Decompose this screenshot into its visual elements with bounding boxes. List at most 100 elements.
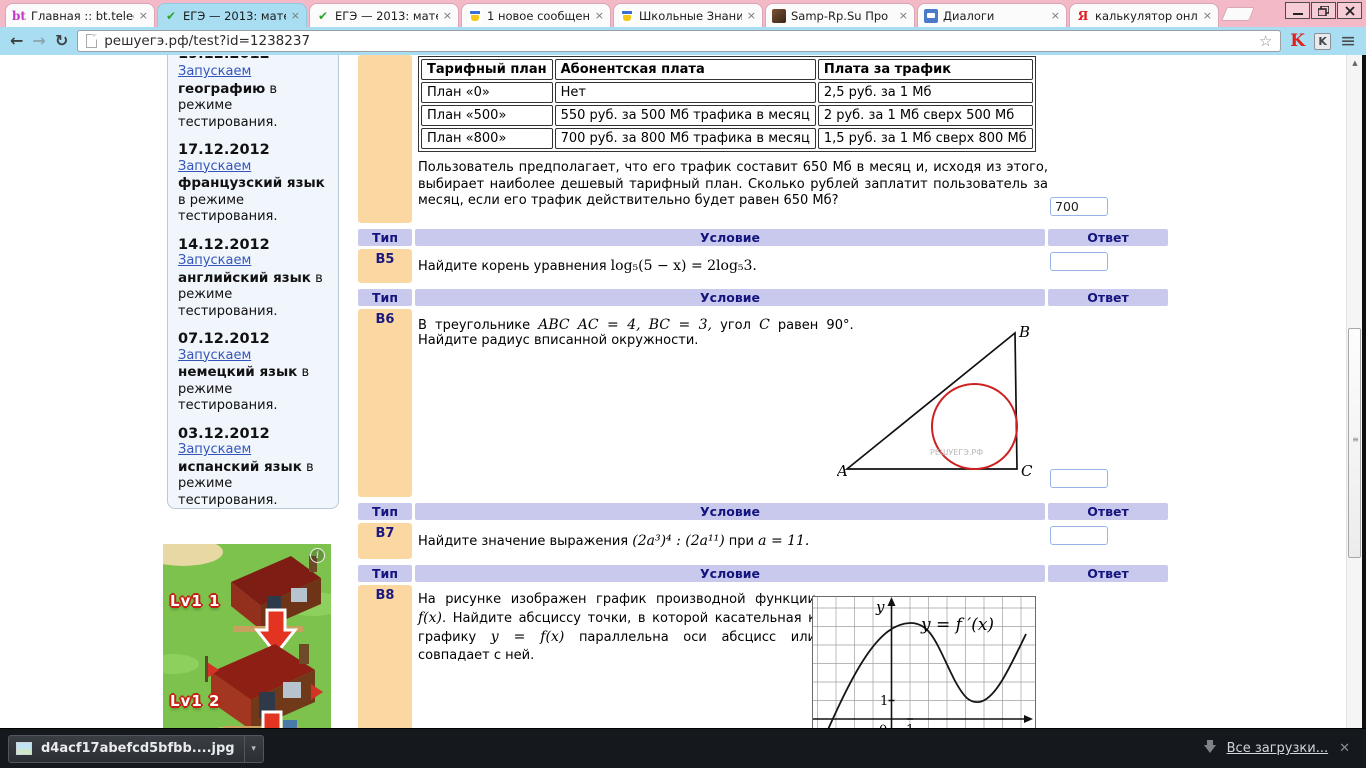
- image-thumbnail-icon: [16, 742, 32, 755]
- chevron-down-icon[interactable]: ▾: [245, 744, 263, 754]
- tab-close-icon[interactable]: ×: [1203, 10, 1212, 21]
- page-icon: [86, 34, 98, 48]
- forward-icon[interactable]: →: [32, 33, 45, 49]
- header-answer: Ответ: [1048, 503, 1168, 520]
- tab-title: Samp-Rp.Su Про: [791, 8, 889, 23]
- answer-input-b7[interactable]: [1050, 526, 1108, 545]
- tab-close-icon[interactable]: ×: [139, 10, 148, 21]
- tariff-cell: 1,5 руб. за 1 Мб сверх 800 Мб: [817, 128, 1033, 149]
- news-bold: французский язык: [178, 175, 325, 191]
- download-item[interactable]: d4acf17abefcd5bfbb....jpg ▾: [8, 734, 264, 763]
- close-button[interactable]: [1337, 2, 1362, 19]
- y-axis-label: y: [875, 598, 885, 616]
- restore-icon: [1318, 5, 1329, 16]
- answer-input-b5[interactable]: [1050, 252, 1108, 271]
- answer-input-b4[interactable]: [1050, 197, 1108, 216]
- table-header-row: Тип Условие Ответ: [358, 565, 1170, 582]
- clipped-news-date: 19.12.2012: [178, 56, 328, 64]
- news-link[interactable]: Запускаем: [178, 442, 251, 457]
- tab-strip: bt Главная :: bt.telec × ✔ ЕГЭ — 2013: м…: [0, 0, 1366, 27]
- math-part: f(x): [418, 610, 443, 626]
- tab-ege-2[interactable]: ✔ ЕГЭ — 2013: мате ×: [309, 3, 459, 27]
- news-text: в режиме тестирования.: [178, 192, 278, 225]
- samp-favicon-icon: [772, 8, 786, 23]
- scrollbar-grip-icon: ≡: [1352, 435, 1359, 444]
- tab-znania[interactable]: Школьные Знани ×: [613, 3, 763, 27]
- chat-favicon-icon: [924, 8, 938, 23]
- extension-k-icon[interactable]: K: [1314, 32, 1332, 50]
- question-condition: Тарифный план Абонентская плата Плата за…: [415, 55, 1048, 223]
- tab-bt-telecom[interactable]: bt Главная :: bt.telec ×: [5, 3, 155, 27]
- news-link[interactable]: Запускаем: [178, 348, 251, 363]
- news-link[interactable]: Запускаем: [178, 64, 251, 79]
- scroll-up-icon[interactable]: ▲: [1347, 59, 1363, 67]
- tab-close-icon[interactable]: ×: [747, 10, 756, 21]
- download-bar-right: Все загрузки... ✕: [1203, 739, 1350, 756]
- all-downloads-link[interactable]: Все загрузки...: [1227, 741, 1328, 756]
- ad-level2-label: Lv1 2: [170, 692, 221, 710]
- news-link[interactable]: Запускаем: [178, 253, 251, 268]
- tab-close-icon[interactable]: ×: [443, 10, 452, 21]
- address-bar[interactable]: решуегэ.рф/test?id=1238237 ☆: [77, 30, 1282, 52]
- question-row-b7: В7 Найдите значение выражения (2a³)⁴ : (…: [358, 523, 1170, 559]
- news-date: 14.12.2012: [178, 236, 270, 253]
- question-text: На рисунке изображен график производной …: [418, 585, 816, 665]
- znania-favicon-icon: [620, 8, 634, 23]
- download-bar-close-icon[interactable]: ✕: [1339, 741, 1350, 756]
- minimize-button[interactable]: [1285, 2, 1310, 19]
- question-row-b8: В8 На рисунке изображен график производн…: [358, 585, 1170, 728]
- tab-ege-active[interactable]: ✔ ЕГЭ — 2013: мате ×: [157, 3, 307, 27]
- tab-close-icon[interactable]: ×: [1051, 10, 1060, 21]
- tariff-cell: План «800»: [421, 128, 553, 149]
- download-filename: d4acf17abefcd5bfbb....jpg: [41, 741, 235, 756]
- math-part: y = f(x): [490, 629, 565, 645]
- news-link[interactable]: Запускаем: [178, 159, 251, 174]
- kaspersky-icon[interactable]: K: [1290, 31, 1305, 51]
- question-row-b4: Тарифный план Абонентская плата Плата за…: [358, 55, 1170, 223]
- tab-close-icon[interactable]: ×: [595, 10, 604, 21]
- text-part: при: [728, 534, 754, 549]
- restore-button[interactable]: [1311, 2, 1336, 19]
- tab-calculator[interactable]: Я калькулятор онл ×: [1069, 3, 1219, 27]
- tariff-table: Тарифный план Абонентская плата Плата за…: [418, 56, 1036, 152]
- browser-toolbar: ← → ↻ решуегэ.рф/test?id=1238237 ☆ K K ≡: [0, 27, 1366, 55]
- download-bar: d4acf17abefcd5bfbb....jpg ▾ Все загрузки…: [0, 728, 1366, 768]
- tariff-cell: Нет: [554, 82, 816, 103]
- tariff-cell: 550 руб. за 500 Мб трафика в месяц: [554, 105, 816, 126]
- menu-icon[interactable]: ≡: [1340, 31, 1356, 51]
- tab-close-icon[interactable]: ×: [291, 10, 300, 21]
- answer-input-b6[interactable]: [1050, 469, 1108, 488]
- tariff-cell: План «0»: [421, 82, 553, 103]
- news-item: Запускаем английский язык в режиме тести…: [178, 253, 328, 320]
- scrollbar-thumb[interactable]: ≡: [1348, 328, 1361, 558]
- check-favicon-icon: ✔: [165, 8, 177, 23]
- ad-info-icon[interactable]: i: [310, 548, 325, 563]
- new-tab-button[interactable]: [1221, 7, 1255, 21]
- news-bold: испанский язык: [178, 458, 302, 475]
- tab-dialogs[interactable]: Диалоги ×: [917, 3, 1067, 27]
- label-c: C: [1021, 462, 1033, 480]
- tab-new-message[interactable]: 1 новое сообщен ×: [461, 3, 611, 27]
- header-type: Тип: [358, 565, 412, 582]
- answer-column: [1048, 249, 1168, 283]
- text-part: параллельна оси абсцисс или совпадает с …: [418, 630, 816, 663]
- game-ad-banner[interactable]: Lv1 1 Lv1 2 i: [163, 544, 331, 728]
- vertical-scrollbar[interactable]: ▲ ≡: [1346, 55, 1362, 728]
- header-answer: Ответ: [1048, 565, 1168, 582]
- tariff-cell: План «500»: [421, 105, 553, 126]
- tab-close-icon[interactable]: ×: [899, 10, 908, 21]
- url-text[interactable]: решуегэ.рф/test?id=1238237: [104, 33, 310, 49]
- reload-icon[interactable]: ↻: [55, 33, 68, 49]
- triangle-svg: B A C РЕШУЕГЭ.РФ: [835, 323, 1033, 480]
- page-content: 19.12.2012 Запускаем географию в режиме …: [0, 55, 1366, 728]
- tab-samp[interactable]: Samp-Rp.Su Про ×: [765, 3, 915, 27]
- function-label: y = f ′(x): [920, 615, 994, 635]
- answer-column: [1048, 55, 1168, 223]
- table-header-row: Тип Условие Ответ: [358, 229, 1170, 246]
- browser-window: bt Главная :: bt.telec × ✔ ЕГЭ — 2013: м…: [0, 0, 1366, 768]
- news-bold: географию: [178, 80, 266, 97]
- question-condition: Найдите корень уравнения log₅(5 − x) = 2…: [415, 249, 1045, 283]
- back-icon[interactable]: ←: [10, 33, 23, 49]
- tab-title: калькулятор онл: [1095, 8, 1198, 23]
- bookmark-star-icon[interactable]: ☆: [1259, 32, 1272, 50]
